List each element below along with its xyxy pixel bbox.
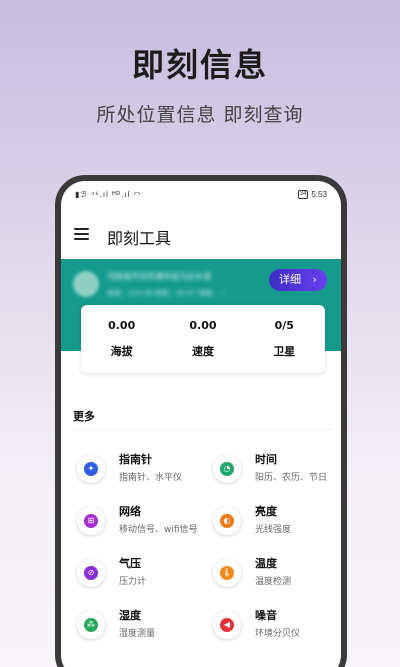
tool-desc: 移动信号、wifi信号 bbox=[119, 525, 198, 535]
tool-noise[interactable]: ◀ 噪音 环境分贝仪 bbox=[213, 607, 338, 651]
tool-name: 亮度 bbox=[255, 505, 277, 518]
clock-icon: ◔ bbox=[220, 462, 234, 476]
tool-pressure[interactable]: ⊘ 气压 压力计 bbox=[77, 555, 202, 599]
more-section-title: 更多 bbox=[73, 410, 95, 423]
stat-label: 海拔 bbox=[110, 345, 133, 358]
tool-name: 气压 bbox=[119, 557, 141, 570]
tool-desc: 压力计 bbox=[119, 577, 147, 587]
tool-network[interactable]: ⊞ 网络 移动信号、wifi信号 bbox=[77, 503, 202, 547]
tool-humidity[interactable]: ⁂ 湿度 湿度测量 bbox=[77, 607, 202, 651]
tool-icon-badge: ✦ bbox=[77, 455, 105, 483]
stat-speed: 0.00 速度 bbox=[168, 319, 238, 359]
tool-name: 时间 bbox=[255, 453, 277, 466]
location-address: 河南省开封市通许县冯庄乡道 bbox=[107, 272, 211, 281]
tool-desc: 阳历、农历、节日 bbox=[255, 473, 328, 483]
tool-name: 网络 bbox=[119, 505, 141, 518]
status-right: 34 5:53 bbox=[297, 190, 327, 199]
tool-desc: 指南针、水平仪 bbox=[119, 473, 183, 483]
tool-name: 噪音 bbox=[255, 609, 277, 622]
location-coordinates: 经度：114.56 纬度：34.47 海拔：— bbox=[107, 289, 226, 297]
stat-satellite: 0/5 卫星 bbox=[249, 319, 319, 359]
stat-value: 0.00 bbox=[108, 319, 136, 332]
tool-temperature[interactable]: 🌡 温度 温度检测 bbox=[213, 555, 338, 599]
tool-time[interactable]: ◔ 时间 阳历、农历、节日 bbox=[213, 451, 338, 495]
tool-compass[interactable]: ✦ 指南针 指南针、水平仪 bbox=[77, 451, 202, 495]
stat-label: 速度 bbox=[191, 345, 214, 358]
status-time: 5:53 bbox=[311, 190, 327, 199]
menu-icon[interactable] bbox=[74, 228, 89, 240]
stat-value: 0.00 bbox=[189, 319, 217, 332]
status-bar: ▮ℬ ⁴⁶.ıl ᴴᴰ.ıl ◠ 34 5:53 bbox=[61, 181, 341, 209]
location-avatar bbox=[73, 271, 99, 297]
tool-desc: 温度检测 bbox=[255, 577, 292, 587]
tool-icon-badge: ⊞ bbox=[77, 507, 105, 535]
noise-icon: ◀ bbox=[220, 618, 234, 632]
tool-name: 湿度 bbox=[119, 609, 141, 622]
tool-brightness[interactable]: ◐ 亮度 光线强度 bbox=[213, 503, 338, 547]
tool-icon-badge: ◀ bbox=[213, 611, 241, 639]
status-signal: ▮ℬ ⁴⁶.ıl ᴴᴰ.ıl ◠ bbox=[75, 190, 142, 199]
tool-desc: 环境分贝仪 bbox=[255, 629, 301, 639]
promo-subtitle: 所处位置信息 即刻查询 bbox=[96, 104, 304, 126]
app-bar: 即刻工具 bbox=[61, 213, 341, 253]
tool-name: 指南针 bbox=[119, 453, 152, 466]
tool-icon-badge: ⁂ bbox=[77, 611, 105, 639]
stats-card: 0.00 海拔 0.00 速度 0/5 卫星 bbox=[81, 305, 325, 373]
tool-icon-badge: ◔ bbox=[213, 455, 241, 483]
chevron-right-icon: › bbox=[312, 273, 317, 286]
section-divider bbox=[73, 429, 331, 430]
battery-icon: 34 bbox=[297, 190, 309, 199]
phone-screen: ▮ℬ ⁴⁶.ıl ᴴᴰ.ıl ◠ 34 5:53 即刻工具 河南省开封市通许县冯… bbox=[61, 181, 341, 667]
stat-label: 卫星 bbox=[273, 345, 296, 358]
phone-frame: ▮ℬ ⁴⁶.ıl ᴴᴰ.ıl ◠ 34 5:53 即刻工具 河南省开封市通许县冯… bbox=[55, 175, 347, 667]
tool-icon-badge: ◐ bbox=[213, 507, 241, 535]
brightness-icon: ◐ bbox=[220, 514, 234, 528]
stat-altitude: 0.00 海拔 bbox=[87, 319, 157, 359]
pressure-icon: ⊘ bbox=[84, 566, 98, 580]
tool-name: 温度 bbox=[255, 557, 277, 570]
compass-icon: ✦ bbox=[84, 462, 98, 476]
tool-icon-badge: 🌡 bbox=[213, 559, 241, 587]
network-icon: ⊞ bbox=[84, 514, 98, 528]
tool-icon-badge: ⊘ bbox=[77, 559, 105, 587]
humidity-icon: ⁂ bbox=[84, 618, 98, 632]
detail-button[interactable]: 详细 › bbox=[269, 269, 327, 291]
promo-title: 即刻信息 bbox=[131, 46, 268, 84]
app-title: 即刻工具 bbox=[107, 229, 172, 248]
tool-desc: 光线强度 bbox=[255, 525, 292, 535]
thermometer-icon: 🌡 bbox=[220, 566, 234, 580]
stat-value: 0/5 bbox=[274, 319, 294, 332]
detail-button-label: 详细 bbox=[279, 273, 302, 286]
tool-desc: 湿度测量 bbox=[119, 629, 156, 639]
